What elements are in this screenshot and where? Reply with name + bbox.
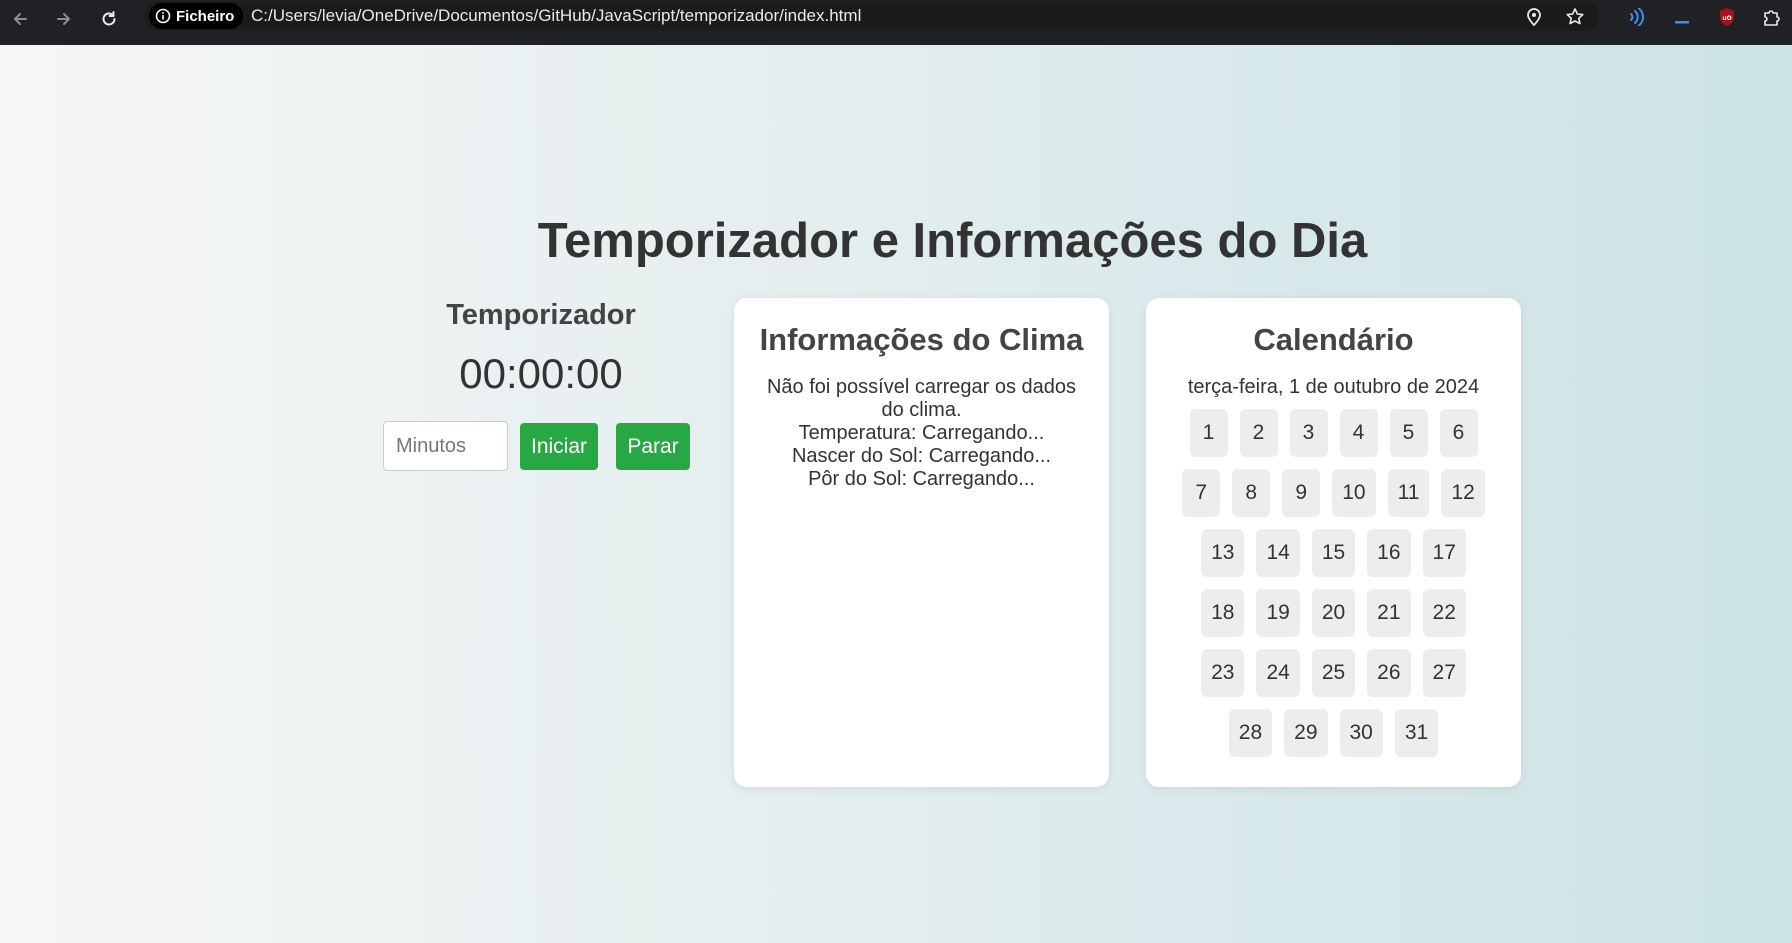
page-title: Temporizador e Informações do Dia — [537, 214, 1368, 268]
calendar-day[interactable]: 16 — [1367, 529, 1411, 577]
page-body: Temporizador e Informações do Dia Tempor… — [0, 45, 1792, 943]
calendar-day[interactable]: 12 — [1441, 469, 1485, 517]
timer-controls: Iniciar Parar — [383, 421, 713, 471]
calendar-day[interactable]: 29 — [1284, 709, 1328, 757]
calendar-day[interactable]: 19 — [1256, 589, 1300, 637]
calendar-day[interactable]: 14 — [1256, 529, 1300, 577]
calendar-day[interactable]: 25 — [1311, 649, 1356, 697]
url-text[interactable]: C:/Users/levia/OneDrive/Documentos/GitHu… — [251, 6, 861, 26]
calendar-day[interactable]: 22 — [1422, 589, 1466, 637]
back-icon[interactable] — [5, 4, 35, 34]
calendar-day[interactable]: 7 — [1182, 469, 1221, 517]
calendar-day[interactable]: 8 — [1232, 469, 1271, 517]
weather-info: Não foi possível carregar os dados do cl… — [757, 376, 1087, 491]
weather-card: Informações do Clima Não foi possível ca… — [734, 298, 1109, 787]
timer-section: Temporizador 00:00:00 Iniciar Parar — [376, 295, 706, 471]
browser-toolbar: Ficheiro C:/Users/levia/OneDrive/Documen… — [0, 0, 1792, 45]
extension-minimize-icon[interactable] — [1668, 3, 1696, 31]
calendar-day[interactable]: 31 — [1394, 709, 1439, 757]
calendar-day[interactable]: 6 — [1439, 409, 1478, 457]
calendar-day[interactable]: 13 — [1201, 529, 1245, 577]
timer-title: Temporizador — [446, 299, 636, 331]
calendar-day[interactable]: 30 — [1339, 709, 1383, 757]
bookmark-star-icon[interactable] — [1561, 3, 1589, 31]
reload-icon[interactable] — [94, 4, 124, 34]
weather-sunset: Pôr do Sol: Carregando... — [808, 468, 1035, 490]
weather-error: Não foi possível carregar os dados do cl… — [766, 376, 1077, 421]
location-icon[interactable] — [1520, 3, 1548, 31]
calendar-day[interactable]: 28 — [1228, 709, 1273, 757]
minutes-input[interactable] — [383, 421, 508, 471]
site-info-chip[interactable]: Ficheiro — [149, 3, 244, 29]
calendar-day[interactable]: 24 — [1256, 649, 1300, 697]
calendar-day[interactable]: 10 — [1332, 469, 1376, 517]
calendar-title: Calendário — [1253, 322, 1414, 357]
weather-temperature: Temperatura: Carregando... — [798, 422, 1045, 444]
calendar-day[interactable]: 20 — [1311, 589, 1356, 637]
calendar-date: terça-feira, 1 de outubro de 2024 — [1187, 376, 1480, 398]
extensions-puzzle-icon[interactable] — [1758, 3, 1786, 31]
calendar-day[interactable]: 23 — [1201, 649, 1245, 697]
calendar-day[interactable]: 26 — [1367, 649, 1411, 697]
calendar-day[interactable]: 17 — [1422, 529, 1466, 577]
calendar-day[interactable]: 4 — [1339, 409, 1378, 457]
weather-title: Informações do Clima — [759, 322, 1084, 357]
calendar-day[interactable]: 9 — [1282, 469, 1321, 517]
site-info-label: Ficheiro — [176, 7, 235, 25]
info-icon — [155, 8, 171, 24]
calendar-day[interactable]: 15 — [1311, 529, 1356, 577]
calendar-day[interactable]: 21 — [1367, 589, 1411, 637]
extension-cast-icon[interactable] — [1623, 3, 1651, 31]
stop-button[interactable]: Parar — [616, 423, 690, 470]
calendar-day[interactable]: 1 — [1189, 409, 1228, 457]
calendar-days: 1 2 3 4 5 6 7 8 9 10 11 12 13 14 15 16 17 18 19 20 21 22 23 24 2… — [1174, 403, 1494, 763]
calendar-day[interactable]: 18 — [1201, 589, 1245, 637]
timer-display: 00:00:00 — [459, 350, 623, 397]
calendar-day[interactable]: 3 — [1289, 409, 1328, 457]
calendar-day[interactable]: 2 — [1239, 409, 1278, 457]
ublock-shield-icon[interactable]: uO — [1713, 3, 1741, 31]
weather-sunrise: Nascer do Sol: Carregando... — [791, 445, 1052, 467]
calendar-day[interactable]: 27 — [1422, 649, 1466, 697]
svg-text:uO: uO — [1722, 15, 1731, 22]
calendar-day[interactable]: 5 — [1389, 409, 1428, 457]
start-button[interactable]: Iniciar — [520, 423, 598, 470]
forward-icon[interactable] — [49, 4, 79, 34]
calendar-day[interactable]: 11 — [1387, 469, 1430, 517]
calendar-card: Calendário terça-feira, 1 de outubro de … — [1146, 298, 1521, 787]
